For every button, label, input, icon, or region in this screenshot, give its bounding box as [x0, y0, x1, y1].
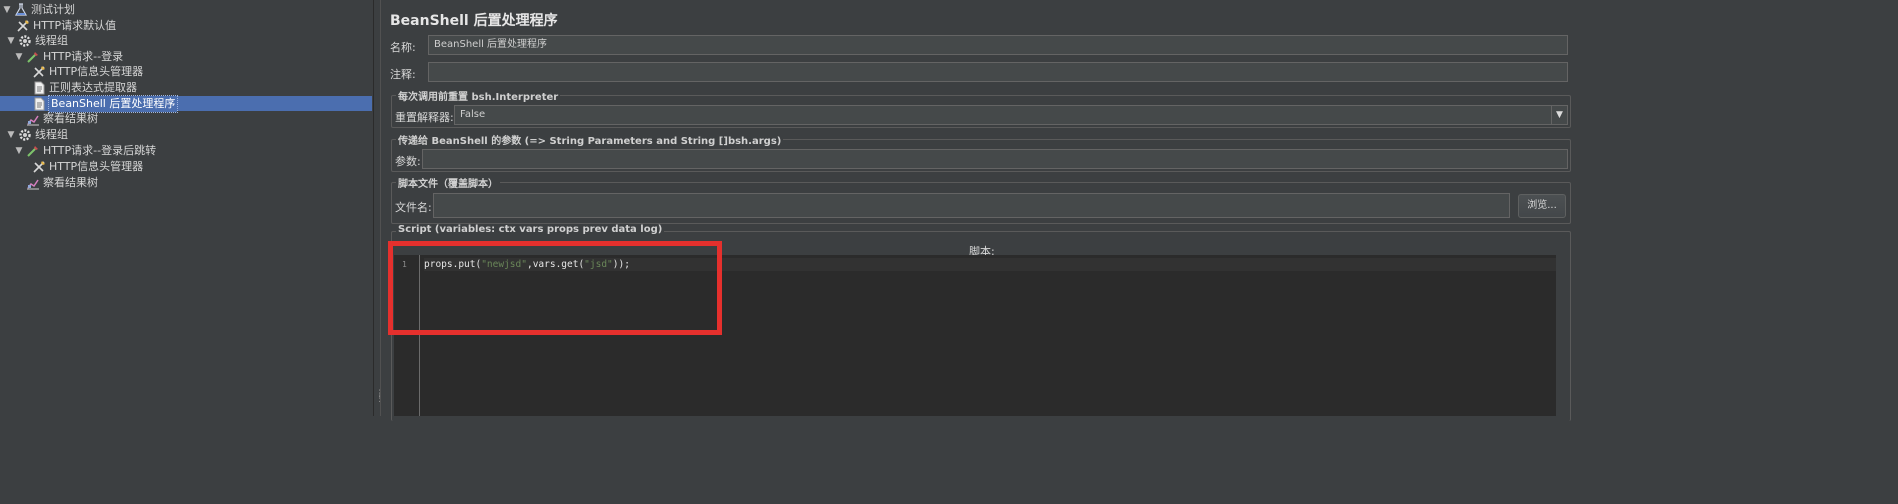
tree-item-http-after-login[interactable]: ▼ HTTP请求--登录后跳转 — [14, 143, 157, 159]
expand-arrow-icon[interactable]: ▼ — [2, 2, 12, 18]
tree-item-label: HTTP请求--登录后跳转 — [43, 144, 157, 157]
document-icon — [32, 97, 46, 111]
expand-arrow-icon[interactable]: ▼ — [14, 49, 24, 65]
expand-arrow-icon[interactable]: ▼ — [14, 143, 24, 159]
tree-item-http-defaults[interactable]: HTTP请求默认值 — [14, 18, 116, 34]
tree-item-regex-extractor[interactable]: 正则表达式提取器 — [30, 80, 137, 96]
vertical-scrollbar[interactable] — [1556, 255, 1568, 416]
browse-button[interactable]: 浏览... — [1518, 194, 1566, 218]
tree-item-header-manager-1[interactable]: HTTP信息头管理器 — [30, 64, 143, 80]
tree-item-label: HTTP信息头管理器 — [49, 65, 144, 78]
tree-item-thread-group-1[interactable]: ▼ 线程组 — [6, 33, 68, 49]
tree-item-view-results-1[interactable]: 察看结果树 — [24, 111, 98, 127]
wrench-icon — [16, 19, 30, 33]
page-title: BeanShell 后置处理程序 — [390, 13, 558, 29]
filename-label: 文件名: — [395, 201, 432, 214]
comment-field[interactable] — [428, 62, 1568, 82]
chevron-down-icon[interactable]: ▼ — [1551, 106, 1567, 124]
tree-item-label: HTTP请求--登录 — [43, 50, 124, 63]
name-label: 名称: — [390, 41, 416, 54]
tree-item-label: 线程组 — [35, 128, 68, 141]
wrench-icon — [32, 65, 46, 79]
gear-icon — [18, 34, 32, 48]
pipette-icon — [26, 50, 40, 64]
reset-interpreter-label: 重置解释器: — [395, 111, 454, 124]
script-file-group-title: 脚本文件（覆盖脚本） — [396, 175, 500, 190]
tree-item-http-login[interactable]: ▼ HTTP请求--登录 — [14, 49, 124, 65]
parameters-field[interactable] — [422, 149, 1568, 169]
tree-item-label: HTTP请求默认值 — [33, 19, 117, 32]
gear-icon — [18, 128, 32, 142]
document-icon — [32, 81, 46, 95]
wrench-icon — [32, 160, 46, 174]
tree-item-beanshell-postprocessor[interactable]: BeanShell 后置处理程序 — [30, 95, 179, 113]
tree-item-thread-group-2[interactable]: ▼ 线程组 — [6, 127, 68, 143]
parameters-label: 参数: — [395, 155, 421, 168]
name-field[interactable]: BeanShell 后置处理程序 — [428, 35, 1568, 55]
chart-icon — [26, 176, 40, 190]
tree-item-label: BeanShell 后置处理程序 — [47, 95, 179, 113]
filename-field[interactable] — [433, 193, 1510, 218]
reset-interpreter-group-title: 每次调用前重置 bsh.Interpreter — [396, 88, 561, 103]
pipette-icon — [26, 144, 40, 158]
tree-item-label: 察看结果树 — [43, 112, 98, 125]
tree-item-test-plan[interactable]: ▼ 测试计划 — [2, 2, 75, 18]
script-group-title: Script (variables: ctx vars props prev d… — [396, 224, 665, 235]
tree-item-view-results-2[interactable]: 察看结果树 — [24, 175, 98, 191]
tree-item-label: 正则表达式提取器 — [49, 81, 137, 94]
tree-item-label: 察看结果树 — [43, 176, 98, 189]
expand-arrow-icon[interactable]: ▼ — [6, 33, 16, 49]
annotation-highlight-box — [388, 241, 722, 335]
beanshell-editor-panel: BeanShell 后置处理程序 名称: BeanShell 后置处理程序 注释… — [382, 0, 1571, 421]
expand-arrow-icon[interactable]: ▼ — [6, 127, 16, 143]
tree-item-label: 线程组 — [35, 34, 68, 47]
panel-splitter[interactable]: ⋮ ⋮ — [373, 0, 384, 416]
parameters-group-title: 传递给 BeanShell 的参数 (=> String Parameters … — [396, 132, 784, 147]
reset-interpreter-select[interactable]: False ▼ — [454, 105, 1568, 125]
chart-icon — [26, 112, 40, 126]
tree-item-label: HTTP信息头管理器 — [49, 160, 144, 173]
comment-label: 注释: — [390, 68, 416, 81]
tree-item-label: 测试计划 — [31, 3, 75, 16]
tree-item-header-manager-2[interactable]: HTTP信息头管理器 — [30, 159, 143, 175]
test-plan-tree[interactable]: ▼ 测试计划 HTTP请求默认值 ▼ 线程组 ▼ HTTP请求--登录 HTTP… — [0, 0, 373, 416]
flask-icon — [14, 3, 28, 17]
reset-interpreter-value: False — [460, 109, 486, 120]
